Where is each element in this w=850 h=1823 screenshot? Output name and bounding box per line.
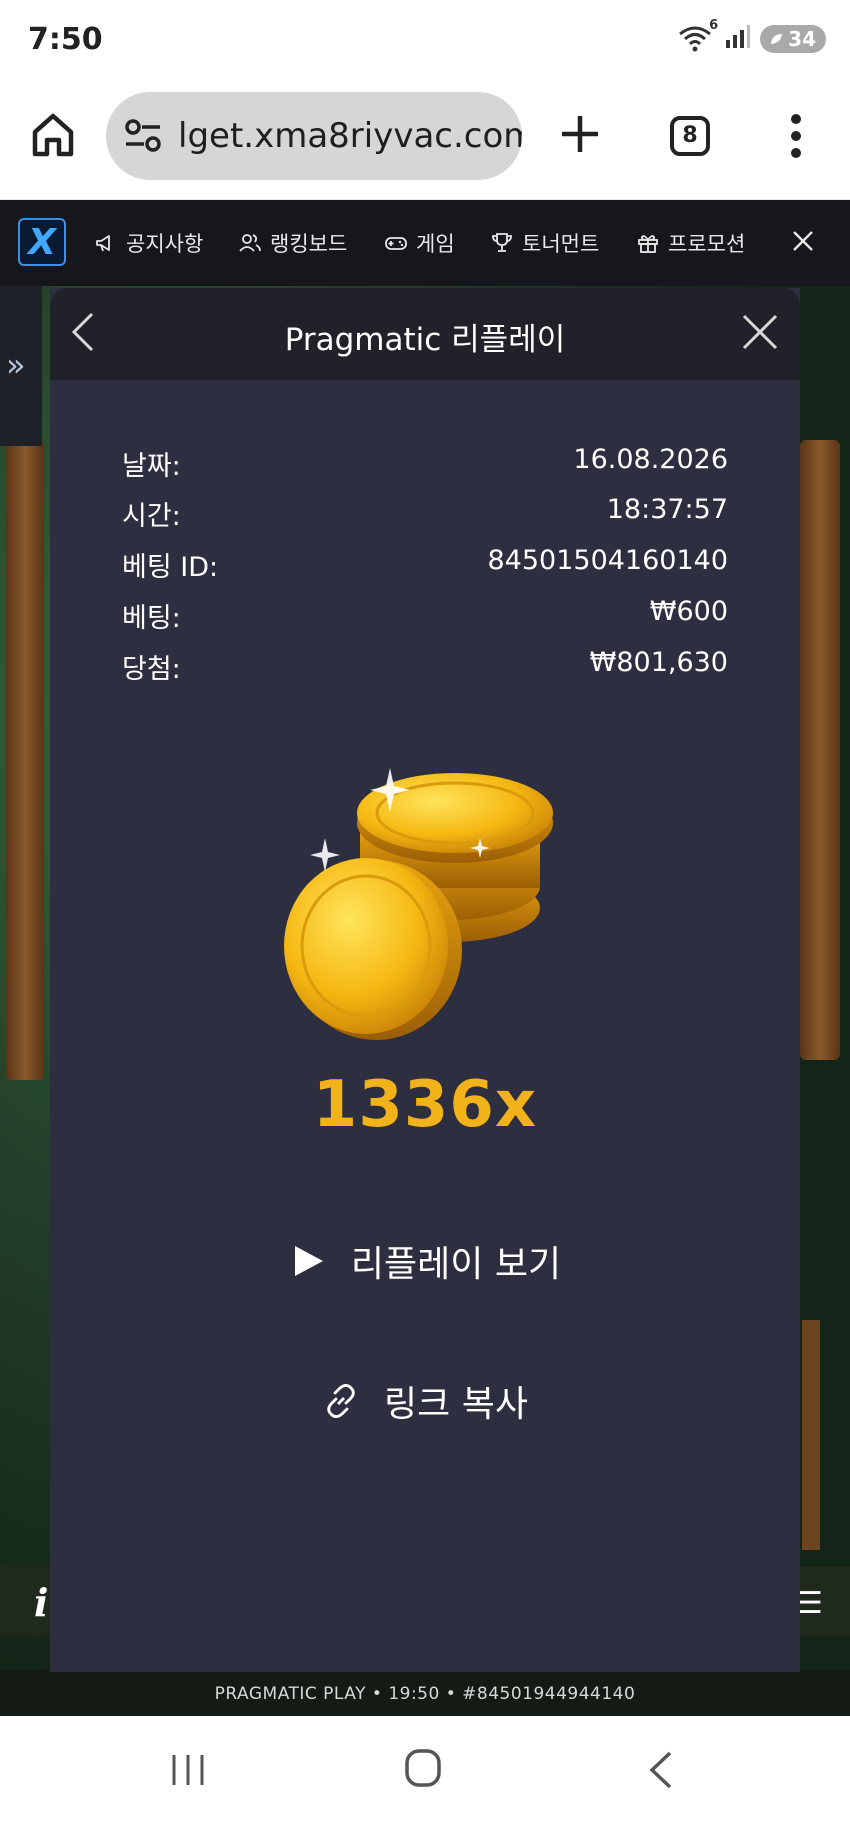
wifi-badge: 6	[709, 18, 719, 33]
menu-dot	[791, 114, 801, 124]
modal-close-button[interactable]	[740, 312, 780, 352]
plus-icon	[562, 116, 598, 152]
info-icon[interactable]: i	[34, 1580, 48, 1625]
double-chevron-right-icon: »	[6, 346, 26, 384]
vine-post-left	[6, 440, 44, 1080]
detail-label: 시간:	[122, 501, 181, 532]
site-nav: X 공지사항 랭킹보드 게임 토너먼트 프로모션	[0, 200, 850, 286]
menu-dot	[791, 131, 801, 141]
nav-item-tournament[interactable]: 토너먼트	[490, 228, 599, 258]
nav-label: 공지사항	[126, 232, 204, 256]
url-text[interactable]: lget.xma8riyvac.com	[178, 116, 522, 156]
detail-value: 84501504160140	[487, 545, 729, 576]
nav-item-game[interactable]: 게임	[384, 228, 455, 258]
close-icon	[742, 314, 778, 350]
detail-value: ₩801,630	[589, 647, 728, 678]
gold-coins-icon	[284, 768, 553, 1040]
nav-close-button[interactable]	[790, 228, 816, 254]
tab-switcher-button[interactable]: 8	[670, 116, 710, 156]
watch-replay-label: 리플레이 보기	[350, 1244, 562, 1285]
megaphone-icon	[96, 235, 110, 252]
detail-value: ₩600	[649, 596, 728, 627]
detail-label: 당첨:	[122, 654, 181, 685]
nav-label: 프로모션	[668, 232, 746, 256]
browser-toolbar: lget.xma8riyvac.com 8	[0, 80, 850, 200]
detail-row-bet: 베팅: ₩600	[122, 596, 728, 636]
status-bar: 7:50 6 34	[0, 0, 850, 80]
win-multiplier: 1336x	[312, 1068, 538, 1142]
users-icon	[239, 234, 261, 252]
modal-title: Pragmatic 리플레이	[284, 322, 566, 358]
link-icon	[327, 1384, 355, 1418]
detail-label: 날짜:	[122, 451, 181, 482]
recent-apps-button[interactable]	[168, 1752, 208, 1788]
menu-dot	[791, 148, 801, 158]
replay-modal: Pragmatic 리플레이 날짜: 16.08.2026 시간: 18:37:…	[50, 288, 800, 1672]
recent-apps-icon	[172, 1755, 204, 1785]
browser-menu-button[interactable]	[784, 108, 808, 164]
address-bar[interactable]: lget.xma8riyvac.com	[106, 92, 522, 180]
wood-post-right	[802, 1320, 820, 1550]
detail-row-time: 시간: 18:37:57	[122, 494, 728, 534]
nav-item-ranking[interactable]: 랭킹보드	[238, 228, 347, 258]
battery-icon: 34	[760, 25, 826, 53]
gamepad-icon	[385, 237, 407, 250]
detail-label: 베팅 ID:	[122, 552, 219, 583]
copy-link-button[interactable]: 링크 복사	[50, 1373, 800, 1429]
hamburger-icon[interactable]: ☰	[796, 1586, 823, 1621]
signal-icon	[724, 24, 751, 54]
play-icon	[294, 1246, 323, 1276]
home-button[interactable]	[28, 110, 78, 160]
trophy-icon	[492, 233, 512, 252]
provider-info: PRAGMATIC PLAY • 19:50 • #84501944944140	[214, 1684, 636, 1704]
nav-item-notice[interactable]: 공지사항	[94, 228, 203, 258]
site-settings-icon[interactable]	[124, 118, 164, 154]
wifi-icon: 6	[678, 18, 718, 54]
status-time: 7:50	[28, 22, 103, 57]
nav-item-promotion[interactable]: 프로모션	[636, 228, 745, 258]
detail-row-bet-id: 베팅 ID: 84501504160140	[122, 545, 728, 585]
detail-label: 베팅:	[122, 603, 181, 634]
side-panel-toggle[interactable]: »	[0, 286, 42, 446]
system-back-button[interactable]	[648, 1750, 674, 1790]
nav-label: 토너먼트	[522, 232, 600, 256]
copy-link-label: 링크 복사	[384, 1384, 528, 1425]
modal-header: Pragmatic 리플레이	[50, 288, 800, 380]
close-icon	[793, 231, 813, 251]
site-logo[interactable]: X	[18, 218, 66, 266]
new-tab-button[interactable]	[556, 110, 604, 158]
system-home-button[interactable]	[404, 1748, 442, 1788]
vine-post-right	[800, 440, 840, 1060]
system-nav-bar	[0, 1716, 850, 1823]
detail-value: 16.08.2026	[573, 444, 728, 475]
battery-level: 34	[788, 27, 816, 51]
nav-label: 랭킹보드	[270, 232, 348, 256]
home-circle-icon	[405, 1749, 441, 1787]
gift-icon	[638, 235, 658, 253]
detail-row-date: 날짜: 16.08.2026	[122, 444, 728, 484]
back-icon	[649, 1751, 672, 1789]
watch-replay-button[interactable]: 리플레이 보기	[50, 1233, 800, 1289]
home-icon	[32, 113, 74, 157]
detail-row-win: 당첨: ₩801,630	[122, 647, 728, 687]
nav-label: 게임	[416, 232, 455, 256]
status-icons: 6 34	[678, 18, 826, 54]
detail-value: 18:37:57	[606, 494, 728, 525]
